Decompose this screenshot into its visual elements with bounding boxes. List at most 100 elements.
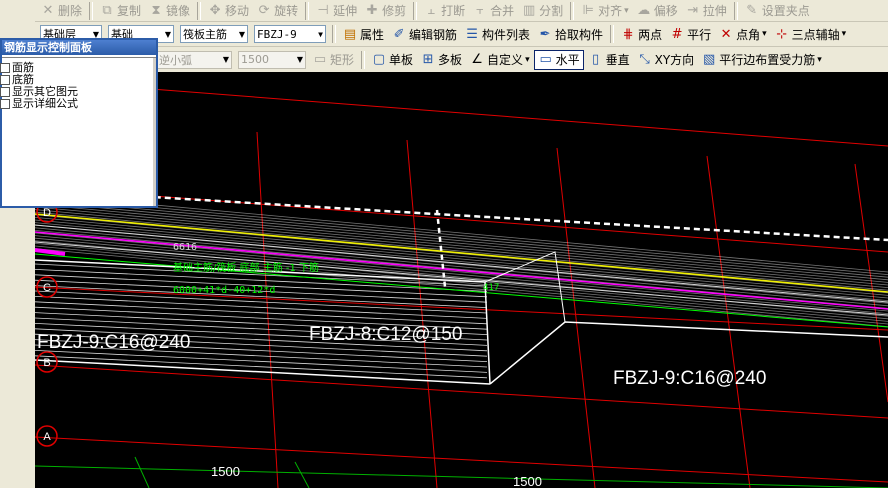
trim-button[interactable]: ✚ 修剪 xyxy=(361,1,409,21)
chevron-down-icon: ▼ xyxy=(222,55,229,64)
xy-direction-icon: ⤡ xyxy=(639,52,650,67)
merge-button[interactable]: ⫟ 合并 xyxy=(469,1,517,21)
copy-icon: ⧉ xyxy=(102,3,112,18)
extend-button[interactable]: ⊣ 延伸 xyxy=(312,1,360,21)
toolbar-separator xyxy=(570,1,575,20)
move-button[interactable]: ✥ 移动 xyxy=(204,1,252,21)
mirror-button[interactable]: ⧗ 镜像 xyxy=(145,1,193,21)
edit-rebar-button[interactable]: ✐ 编辑钢筋 xyxy=(388,24,460,44)
three-point-aux-button[interactable]: ⊹ 三点辅轴 ▾ xyxy=(771,24,850,44)
draw-toolbar: 逆小弧 ▼ 1500 ▼ ▭ 矩形 ▢ 单板 ⊞ 多板 ∠ 自定义 ▾ ▭ 水平 ▯ 垂直 ⤡ XY… xyxy=(35,47,888,73)
merge-icon: ⫟ xyxy=(476,3,485,18)
rebar-display-panel[interactable]: 钢筋显示控制面板 面筋 底筋 显示其它图元 显示详细公式 xyxy=(0,38,158,208)
panel-body: 面筋 底筋 显示其它图元 显示详细公式 xyxy=(0,57,156,206)
svg-text:C: C xyxy=(43,282,51,294)
align-button[interactable]: ⊫ 对齐 ▾ xyxy=(577,1,632,21)
grip-icon: ✎ xyxy=(746,3,758,18)
chevron-down-icon: ▼ xyxy=(164,29,171,39)
parallel-icon: # xyxy=(671,26,683,42)
two-points-button[interactable]: ⋕ 两点 xyxy=(617,24,665,44)
rebar-label-left: FBZJ-9:C16@240 xyxy=(37,332,190,353)
point-angle-icon: ✕ xyxy=(720,26,732,42)
three-point-aux-icon: ⊹ xyxy=(776,26,788,42)
horizontal-icon: ▭ xyxy=(539,52,552,67)
single-slab-button[interactable]: ▢ 单板 xyxy=(368,50,416,70)
parallel-edge-button[interactable]: ▧ 平行边布置受力筋 ▾ xyxy=(698,50,825,70)
dimension-417: 417 xyxy=(483,283,499,293)
rebar-label-middle: FBZJ-8:C12@150 xyxy=(309,324,462,345)
chevron-down-icon: ▾ xyxy=(762,29,767,39)
toolbar-separator xyxy=(197,1,202,20)
delete-icon: ✕ xyxy=(42,3,54,18)
checkbox-icon[interactable] xyxy=(0,87,10,97)
multi-slab-icon: ⊞ xyxy=(422,52,434,67)
svg-text:B: B xyxy=(43,357,50,369)
offset-button[interactable]: ☁ 偏移 xyxy=(633,1,681,21)
split-button[interactable]: ▥ 分割 xyxy=(518,1,566,21)
toolbar-separator xyxy=(413,1,418,20)
single-slab-icon: ▢ xyxy=(372,52,386,67)
custom-icon: ∠ xyxy=(471,52,483,67)
arc-direction-select[interactable]: 逆小弧 ▼ xyxy=(156,50,232,69)
green-annotation: 基础主筋/筏板 底部 主筋 -1 下筋 xyxy=(173,261,319,274)
move-icon: ✥ xyxy=(209,3,221,18)
toolbar-separator xyxy=(733,1,738,20)
break-icon: ⫠ xyxy=(427,3,436,18)
set-grip-button[interactable]: ✎ 设置夹点 xyxy=(741,1,813,21)
chevron-down-icon: ▼ xyxy=(296,55,303,64)
rotate-icon: ⟳ xyxy=(258,3,270,18)
dimension-6616: 6616 xyxy=(173,242,197,253)
mirror-icon: ⧗ xyxy=(151,3,161,18)
point-angle-button[interactable]: ✕ 点角 ▾ xyxy=(715,24,770,44)
component-toolbar: 基础层 ▼ 基础 ▼ 筏板主筋 ▼ FBZJ-9 ▼ ▤ 属性 ✐ 编辑钢筋 ☰ 构件列表 ✒… xyxy=(35,22,888,47)
chevron-down-icon: ▾ xyxy=(525,54,530,65)
xy-direction-button[interactable]: ⤡ XY方向 xyxy=(634,50,698,70)
stretch-button[interactable]: ⇥ 拉伸 xyxy=(682,1,730,21)
dimension-1500-left: 1500 xyxy=(211,464,240,479)
offset-icon: ☁ xyxy=(637,3,651,18)
component-list-button[interactable]: ☰ 构件列表 xyxy=(461,24,533,44)
rectangle-button[interactable]: ▭ 矩形 xyxy=(309,50,357,70)
rotate-button[interactable]: ⟳ 旋转 xyxy=(253,1,301,21)
toolbar-separator xyxy=(361,50,366,69)
chevron-down-icon: ▼ xyxy=(238,29,245,39)
toolbar-separator xyxy=(305,1,310,20)
break-button[interactable]: ⫠ 打断 xyxy=(420,1,468,21)
toolbar-separator xyxy=(332,25,336,43)
component-select[interactable]: FBZJ-9 ▼ xyxy=(254,25,326,43)
modify-toolbar: ✕ 删除 ⧉ 复制 ⧗ 镜像 ✥ 移动 ⟳ 旋转 ⊣ 延伸 ✚ 修剪 ⫠ 打断 ⫟ 合并 ▥ 分割 … xyxy=(35,0,888,22)
chevron-down-icon: ▼ xyxy=(318,29,323,39)
panel-options: 面筋 底筋 显示其它图元 显示详细公式 xyxy=(0,62,78,110)
rebar-formula: 6000+41*d-40+12*d xyxy=(173,285,275,296)
toolbar-separator xyxy=(610,25,615,43)
rectangle-icon: ▭ xyxy=(313,52,327,67)
parallel-button[interactable]: # 平行 xyxy=(666,24,714,44)
panel-scrollbar[interactable] xyxy=(153,58,156,206)
chevron-down-icon: ▾ xyxy=(841,29,847,39)
option-show-detailed-formula[interactable]: 显示详细公式 xyxy=(0,98,78,110)
properties-button[interactable]: ▤ 属性 xyxy=(339,24,387,44)
checkbox-icon[interactable] xyxy=(0,75,10,85)
rebar-label-right: FBZJ-9:C16@240 xyxy=(613,368,766,389)
type-select[interactable]: 筏板主筋 ▼ xyxy=(180,25,248,43)
horizontal-button[interactable]: ▭ 水平 xyxy=(533,49,584,70)
custom-button[interactable]: ∠ 自定义 ▾ xyxy=(466,50,533,70)
split-icon: ▥ xyxy=(522,3,536,18)
radius-select[interactable]: 1500 ▼ xyxy=(238,50,306,69)
multi-slab-button[interactable]: ⊞ 多板 xyxy=(417,50,465,70)
trim-icon: ✚ xyxy=(366,3,378,18)
drawing-canvas[interactable]: D C B A 6616 基础主筋/筏板 底部 主筋 -1 下筋 6000+41… xyxy=(35,72,888,488)
delete-button[interactable]: ✕ 删除 xyxy=(37,1,85,21)
checkbox-icon[interactable] xyxy=(0,99,10,109)
align-icon: ⊫ xyxy=(582,3,594,18)
pick-component-button[interactable]: ✒ 拾取构件 xyxy=(534,24,606,44)
edit-rebar-icon: ✐ xyxy=(393,26,405,42)
dimension-1500-right: 1500 xyxy=(513,474,542,488)
stretch-icon: ⇥ xyxy=(687,3,699,18)
list-icon: ☰ xyxy=(466,26,478,42)
svg-text:D: D xyxy=(43,207,51,219)
checkbox-icon[interactable] xyxy=(0,63,10,73)
toolbar-separator xyxy=(89,1,94,20)
copy-button[interactable]: ⧉ 复制 xyxy=(96,1,144,21)
vertical-button[interactable]: ▯ 垂直 xyxy=(585,50,633,70)
